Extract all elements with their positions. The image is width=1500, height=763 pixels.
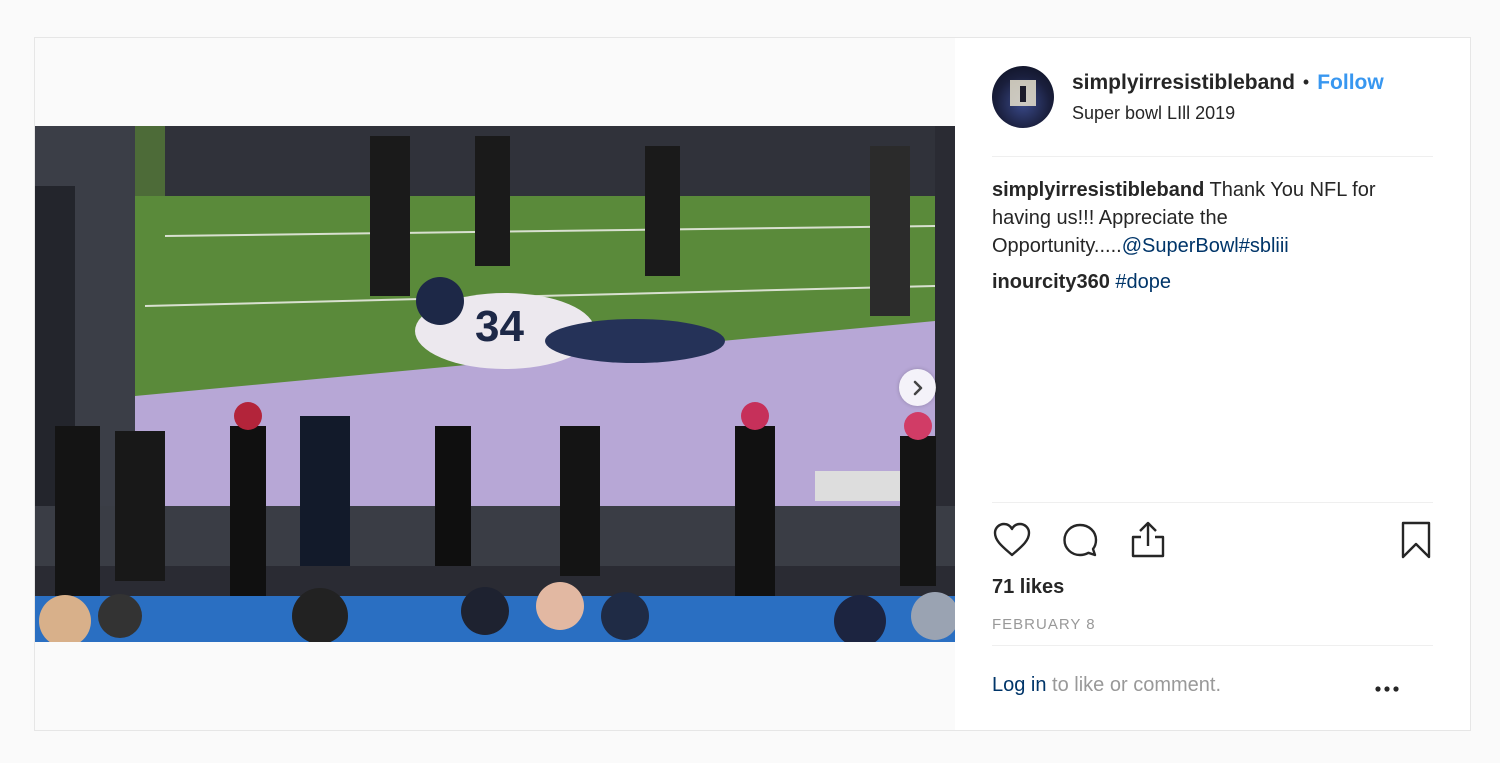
post-sidebar: simplyirresistibleband • Follow Super bo… bbox=[955, 38, 1470, 730]
bookmark-icon bbox=[1401, 521, 1431, 559]
caption-username[interactable]: simplyirresistibleband bbox=[992, 179, 1204, 201]
concert-photo-illustration: 34 bbox=[35, 126, 955, 642]
chevron-right-icon bbox=[913, 380, 922, 395]
more-options-button[interactable] bbox=[1365, 674, 1409, 704]
svg-text:34: 34 bbox=[475, 302, 524, 351]
follow-button[interactable]: Follow bbox=[1317, 71, 1384, 95]
like-button[interactable] bbox=[990, 518, 1034, 562]
username-link[interactable]: simplyirresistibleband bbox=[1072, 71, 1295, 95]
comments-section: simplyirresistibleband Thank You NFL for… bbox=[992, 176, 1433, 296]
post-media: 34 bbox=[35, 38, 955, 730]
caption: simplyirresistibleband Thank You NFL for… bbox=[992, 176, 1433, 260]
share-button[interactable] bbox=[1126, 518, 1170, 562]
hashtag-link[interactable]: #sbliii bbox=[1239, 235, 1289, 257]
location-link[interactable]: Super bowl LIll 2019 bbox=[1072, 103, 1384, 124]
post-photo[interactable]: 34 bbox=[35, 126, 955, 642]
share-icon bbox=[1131, 521, 1165, 558]
divider bbox=[992, 156, 1433, 157]
comment-username[interactable]: inourcity360 bbox=[992, 271, 1110, 293]
more-options-icon bbox=[1375, 686, 1399, 692]
next-image-button[interactable] bbox=[899, 369, 936, 406]
post-date[interactable]: FEBRUARY 8 bbox=[992, 616, 1096, 633]
comment: inourcity360 #dope bbox=[992, 268, 1433, 296]
divider bbox=[992, 645, 1433, 646]
likes-count[interactable]: 71 likes bbox=[992, 576, 1064, 599]
post-header: simplyirresistibleband • Follow Super bo… bbox=[992, 66, 1433, 128]
avatar[interactable] bbox=[992, 66, 1054, 128]
mention-link[interactable]: @SuperBowl bbox=[1122, 235, 1239, 257]
divider bbox=[992, 502, 1433, 503]
separator-dot: • bbox=[1302, 72, 1310, 92]
comment-button[interactable] bbox=[1058, 518, 1102, 562]
login-link[interactable]: Log in bbox=[992, 674, 1047, 696]
login-suffix: to like or comment. bbox=[1046, 674, 1222, 696]
post-card: 34 simplyirresistibleband • Follow Super… bbox=[34, 37, 1471, 731]
comment-icon bbox=[1063, 523, 1098, 557]
heart-icon bbox=[993, 522, 1031, 557]
save-button[interactable] bbox=[1394, 518, 1438, 562]
comment-hashtag-link[interactable]: #dope bbox=[1115, 271, 1171, 293]
action-bar bbox=[992, 518, 1433, 562]
